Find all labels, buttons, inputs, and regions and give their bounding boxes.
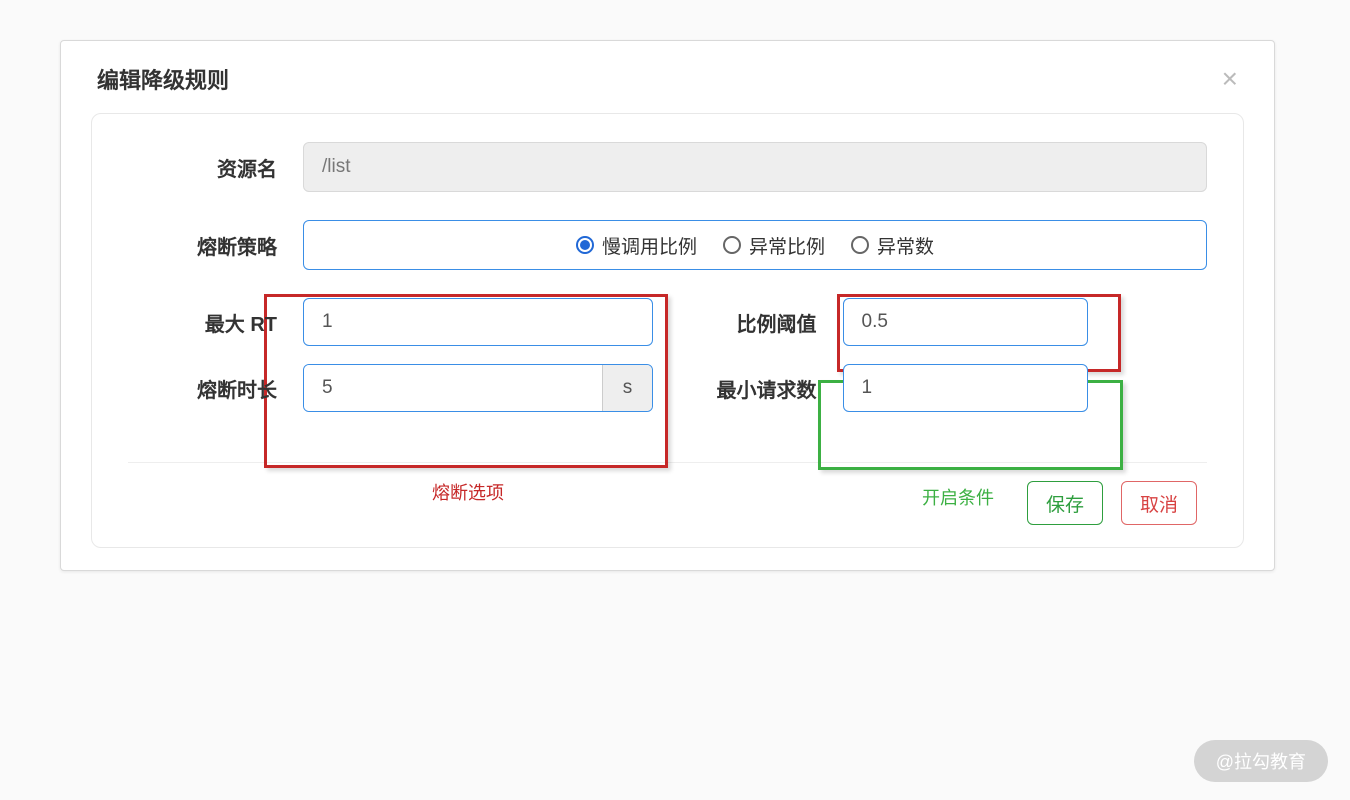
col-break-time: 熔断时长 s	[128, 364, 668, 412]
col-min-req: 最小请求数	[668, 364, 1208, 412]
watermark: @拉勾教育	[1194, 740, 1328, 782]
radio-exception-ratio[interactable]: 异常比例	[723, 232, 825, 259]
ratio-input[interactable]	[843, 298, 1088, 346]
break-time-input-group: s	[303, 364, 653, 412]
edit-degrade-rule-modal: 编辑降级规则 × 熔断选项 开启条件 资源名 熔断策略 慢调用比例 异常比例	[60, 40, 1275, 571]
min-req-input[interactable]	[843, 364, 1088, 412]
radio-exception-count-label: 异常数	[877, 232, 934, 259]
cancel-button[interactable]: 取消	[1121, 481, 1197, 525]
close-icon[interactable]: ×	[1222, 65, 1238, 93]
row-breaktime-minreq: 熔断时长 s 最小请求数	[128, 364, 1207, 412]
resource-input[interactable]	[303, 142, 1207, 192]
radio-dot-icon	[851, 236, 869, 254]
annotation-label-break-options: 熔断选项	[432, 479, 504, 505]
max-rt-input[interactable]	[303, 298, 653, 346]
save-button[interactable]: 保存	[1027, 481, 1103, 525]
label-max-rt: 最大 RT	[128, 308, 303, 337]
modal-body: 熔断选项 开启条件 资源名 熔断策略 慢调用比例 异常比例 异常数	[91, 113, 1244, 548]
strategy-radio-group: 慢调用比例 异常比例 异常数	[303, 220, 1207, 270]
divider	[128, 462, 1207, 463]
label-min-req: 最小请求数	[668, 374, 843, 403]
modal-title: 编辑降级规则	[97, 63, 229, 95]
radio-exception-ratio-label: 异常比例	[749, 232, 825, 259]
break-time-input[interactable]	[304, 365, 602, 411]
label-break-time: 熔断时长	[128, 374, 303, 403]
radio-slow-call-label: 慢调用比例	[602, 232, 697, 259]
label-strategy: 熔断策略	[128, 231, 303, 260]
modal-header: 编辑降级规则 ×	[61, 41, 1274, 113]
row-resource: 资源名	[128, 142, 1207, 192]
label-resource: 资源名	[128, 153, 303, 182]
row-rt-ratio: 最大 RT 比例阈值	[128, 298, 1207, 346]
radio-slow-call[interactable]: 慢调用比例	[576, 232, 697, 259]
col-max-rt: 最大 RT	[128, 298, 668, 346]
action-buttons: 保存 取消	[128, 481, 1207, 525]
break-time-unit: s	[602, 365, 652, 411]
radio-dot-checked-icon	[576, 236, 594, 254]
col-ratio: 比例阈值	[668, 298, 1208, 346]
annotation-label-start-condition: 开启条件	[922, 484, 994, 510]
label-ratio: 比例阈值	[668, 308, 843, 337]
radio-dot-icon	[723, 236, 741, 254]
row-strategy: 熔断策略 慢调用比例 异常比例 异常数	[128, 220, 1207, 270]
radio-exception-count[interactable]: 异常数	[851, 232, 934, 259]
